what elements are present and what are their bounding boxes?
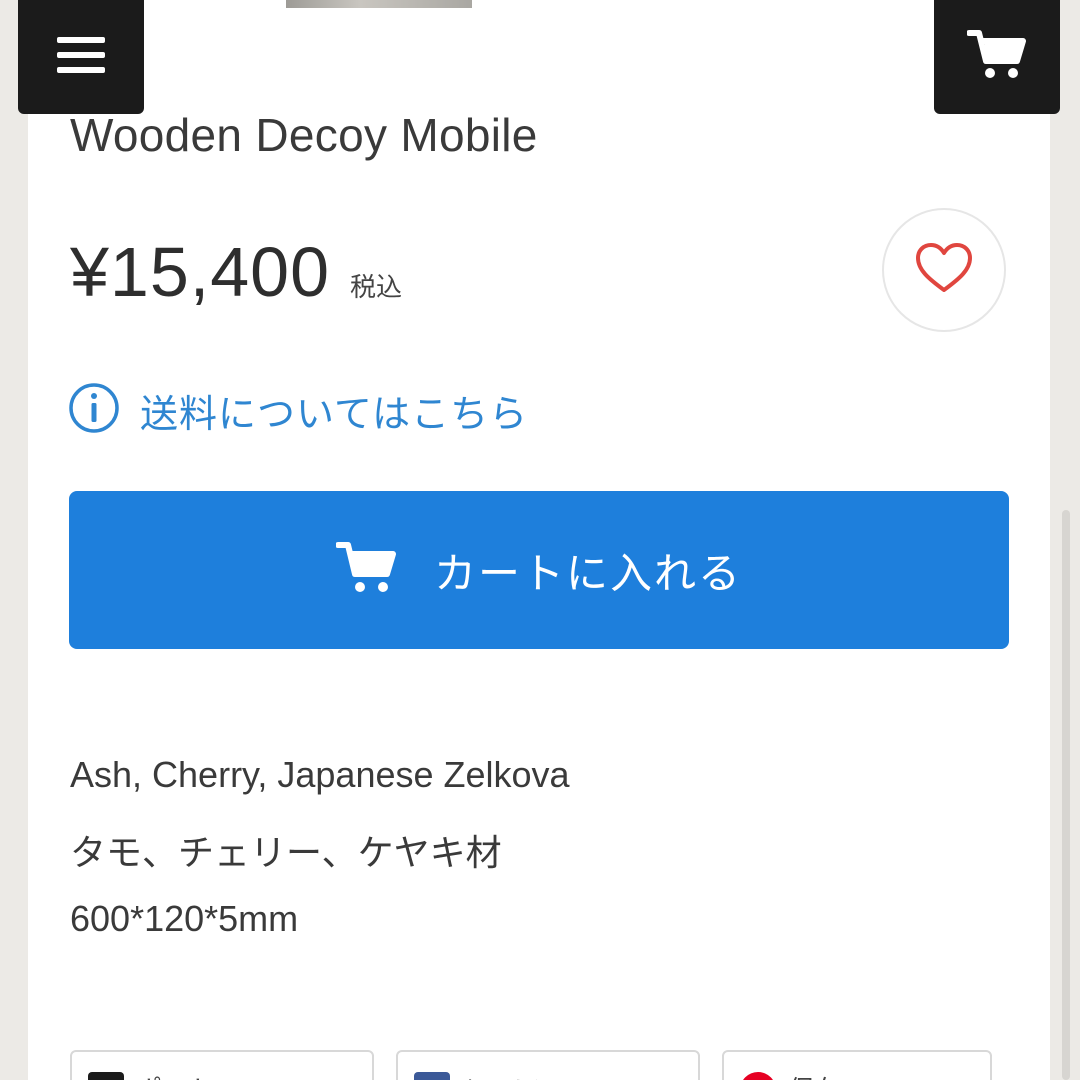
favorite-button[interactable] <box>882 208 1006 332</box>
price-row: ¥15,400 税込 <box>70 232 402 312</box>
heart-icon <box>915 242 973 299</box>
description-materials-ja: タモ、チェリー、ケヤキ材 <box>70 832 502 873</box>
product-price: ¥15,400 <box>70 233 331 311</box>
x-post-icon <box>88 1072 124 1080</box>
header-cart-button[interactable] <box>934 0 1060 114</box>
tax-included-label: 税込 <box>350 272 403 302</box>
facebook-icon <box>414 1072 450 1080</box>
scrollbar[interactable] <box>1062 510 1070 1080</box>
share-pinterest-label: 保存 <box>788 1070 840 1080</box>
share-facebook-button[interactable]: シェア <box>396 1050 700 1080</box>
add-to-cart-label: カートに入れる <box>433 549 742 597</box>
share-x-button[interactable]: ポスト <box>70 1050 374 1080</box>
pinterest-icon <box>740 1072 776 1080</box>
shipping-link-text: 送料についてはこちら <box>140 394 529 436</box>
description-dimensions: 600*120*5mm <box>70 898 299 939</box>
product-image[interactable] <box>286 0 472 8</box>
menu-button[interactable] <box>18 0 144 114</box>
share-pinterest-button[interactable]: 保存 <box>722 1050 992 1080</box>
shipping-info-link[interactable]: 送料についてはこちら <box>68 382 528 439</box>
product-title: Wooden Decoy Mobile <box>70 109 538 161</box>
share-x-label: ポスト <box>136 1070 214 1080</box>
description-materials-en: Ash, Cherry, Japanese Zelkova <box>70 754 570 795</box>
add-to-cart-button[interactable]: カートに入れる <box>69 491 1009 649</box>
info-icon <box>68 382 120 439</box>
product-page: Wooden Decoy Mobile ¥15,400 税込 送料についてはこち… <box>0 0 1080 1080</box>
hamburger-menu-icon <box>57 36 105 79</box>
shopping-cart-icon <box>334 541 398 600</box>
share-facebook-label: シェア <box>462 1070 540 1080</box>
shopping-cart-icon <box>966 29 1027 86</box>
